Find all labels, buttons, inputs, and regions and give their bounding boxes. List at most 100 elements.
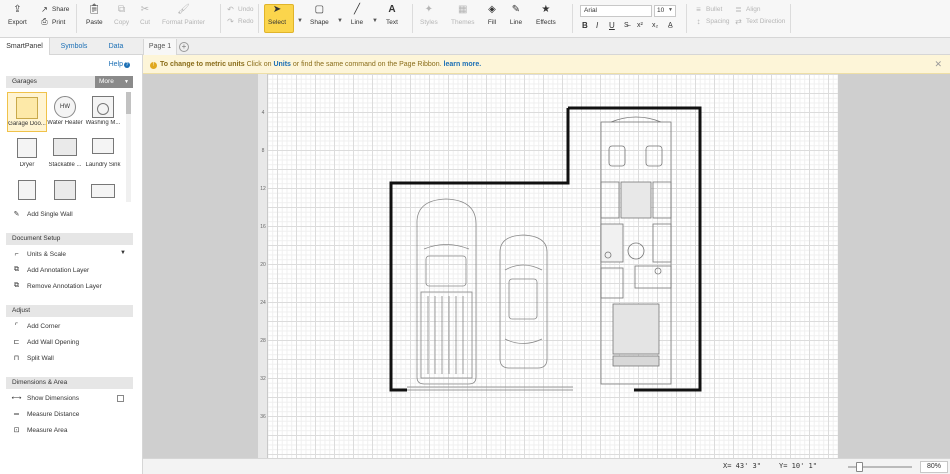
undo-icon: ↶ <box>227 5 234 14</box>
measure-distance-button[interactable]: ═ Measure Distance <box>12 408 79 420</box>
adjust-header: Adjust <box>6 305 133 317</box>
add-page-icon[interactable]: + <box>179 42 189 52</box>
sedan-car <box>499 234 548 369</box>
align-button[interactable]: ≣ Align <box>734 5 760 14</box>
help-link[interactable]: Help? <box>109 61 130 68</box>
show-dimensions-checkbox[interactable] <box>117 395 124 402</box>
cursor-x-readout: X= 43' 3" <box>723 462 761 470</box>
show-dimensions-toggle[interactable]: ⟷ Show Dimensions <box>11 392 79 404</box>
spacing-button[interactable]: ↕ Spacing <box>694 17 730 26</box>
garage-floor-plan[interactable] <box>143 74 950 458</box>
separator <box>790 4 791 33</box>
garage-wall <box>389 108 570 392</box>
print-icon: ⎙ <box>41 17 48 26</box>
drawing-canvas[interactable]: 4 8 12 16 20 24 28 32 36 <box>143 74 950 458</box>
learn-more-link[interactable]: learn more. <box>444 61 482 68</box>
tab-page-1[interactable]: Page 1 <box>143 39 177 55</box>
library-item-garage-door[interactable]: Garage Doo... <box>7 92 47 132</box>
line-chevron-down-icon[interactable]: ▼ <box>372 18 378 24</box>
font-size-chevron-down-icon[interactable]: ▼ <box>668 7 673 13</box>
laundry-sink-icon <box>92 138 114 154</box>
zoom-slider-handle[interactable] <box>856 462 863 472</box>
tab-smartpanel[interactable]: SmartPanel <box>0 38 50 55</box>
smart-panel: Help? Garages More ▼ Garage Doo... HW Wat… <box>0 55 143 474</box>
copy-button[interactable]: ⧉ Copy <box>114 4 129 26</box>
document-setup-header: Document Setup <box>6 233 133 245</box>
split-wall-button[interactable]: ⊓ Split Wall <box>12 352 54 364</box>
print-button[interactable]: ⎙ Print <box>40 17 65 27</box>
font-color-icon[interactable]: A̲ <box>668 22 673 29</box>
close-icon[interactable]: ✕ <box>934 55 942 74</box>
fill-button[interactable]: ◈ Fill <box>485 4 499 26</box>
subscript-button[interactable]: x₂ <box>652 22 658 29</box>
add-wall-opening-button[interactable]: ⊏ Add Wall Opening <box>12 336 80 348</box>
separator <box>258 4 259 33</box>
library-item-cabinet[interactable] <box>45 176 85 202</box>
zoom-level[interactable]: 80% <box>920 461 948 473</box>
underline-button[interactable]: U <box>609 21 615 30</box>
paste-icon: 📋︎ <box>87 4 101 15</box>
effects-button[interactable]: ★ Effects <box>536 4 556 26</box>
themes-button[interactable]: ▦ Themes <box>451 4 474 26</box>
superscript-button[interactable]: x² <box>637 22 643 29</box>
scroll-thumb[interactable] <box>126 92 131 114</box>
library-item-water-heater[interactable]: HW Water Heater <box>45 92 85 132</box>
measure-area-button[interactable]: ⊡ Measure Area <box>12 424 68 436</box>
strikethrough-button[interactable]: S̶ <box>624 22 629 29</box>
share-button[interactable]: ↗ Share <box>40 5 69 14</box>
measure-distance-icon: ═ <box>14 410 19 418</box>
scissors-icon: ✂ <box>140 4 150 15</box>
format-painter-button[interactable]: 🖌︎ Format Painter <box>162 4 205 26</box>
library-item-dryer[interactable]: Dryer <box>7 134 47 174</box>
text-tool-button[interactable]: A Text <box>385 4 399 26</box>
library-item-washing-machine[interactable]: Washing M... <box>83 92 123 132</box>
italic-button[interactable]: I <box>596 21 598 30</box>
export-button[interactable]: ⇪ Export <box>8 4 27 26</box>
warning-icon: ! <box>150 62 157 69</box>
line-tool-button[interactable]: ╱ Line <box>350 4 364 26</box>
cut-button[interactable]: ✂ Cut <box>138 4 152 26</box>
metric-units-notice: ! To change to metric units Click on Unit… <box>143 55 950 74</box>
library-item-counter[interactable] <box>83 176 123 202</box>
tab-symbols[interactable]: Symbols <box>52 38 96 55</box>
corner-icon: ⌜ <box>14 323 19 330</box>
library-scrollbar[interactable] <box>126 92 131 202</box>
library-item-appliance[interactable] <box>7 176 47 202</box>
pen-icon: ✎ <box>511 4 521 15</box>
measure-area-icon: ⊡ <box>13 427 20 434</box>
text-direction-button[interactable]: ⇄ Text Direction <box>734 17 785 26</box>
appliance-icon <box>18 180 36 200</box>
redo-icon: ↷ <box>227 17 234 26</box>
undo-button[interactable]: ↶ Undo <box>226 5 253 14</box>
themes-icon: ▦ <box>458 4 468 15</box>
more-button[interactable]: More ▼ <box>95 76 133 88</box>
select-tool-button[interactable]: ➤ Select <box>268 4 286 26</box>
bullet-button[interactable]: ≡ Bullet <box>694 5 722 14</box>
line-style-button[interactable]: ✎ Line <box>509 4 523 26</box>
separator <box>572 4 573 33</box>
font-family-select[interactable]: Arial <box>580 5 652 17</box>
styles-button[interactable]: ✦ Styles <box>420 4 438 26</box>
remove-annotation-layer-button[interactable]: ⧉ Remove Annotation Layer <box>12 280 102 292</box>
library-item-laundry-sink[interactable]: Laundry Sink <box>83 134 123 174</box>
units-chevron-down-icon[interactable]: ▼ <box>120 250 126 256</box>
tab-data[interactable]: Data <box>98 38 134 55</box>
garage-door-icon <box>16 97 38 119</box>
bold-button[interactable]: B <box>582 21 588 30</box>
share-icon: ↗ <box>41 5 48 14</box>
paste-button[interactable]: 📋︎ Paste <box>86 4 103 26</box>
shape-chevron-down-icon[interactable]: ▼ <box>337 18 343 24</box>
separator <box>220 4 221 33</box>
add-annotation-layer-button[interactable]: ⧉ Add Annotation Layer <box>12 264 89 276</box>
bullet-list-icon: ≡ <box>696 5 701 14</box>
add-corner-button[interactable]: ⌜ Add Corner <box>12 320 60 332</box>
library-item-stackable[interactable]: Stackable ... <box>45 134 85 174</box>
select-chevron-down-icon[interactable]: ▼ <box>297 18 303 24</box>
units-link[interactable]: Units <box>273 61 291 68</box>
shape-tool-button[interactable]: ▢ Shape <box>310 4 329 26</box>
units-scale-button[interactable]: ⌐ Units & Scale <box>12 248 66 260</box>
line-spacing-icon: ↕ <box>696 17 701 26</box>
wall-opening-icon: ⊏ <box>13 339 20 346</box>
add-single-wall-button[interactable]: ✎ Add Single Wall <box>12 208 73 220</box>
redo-button[interactable]: ↷ Redo <box>226 17 253 26</box>
